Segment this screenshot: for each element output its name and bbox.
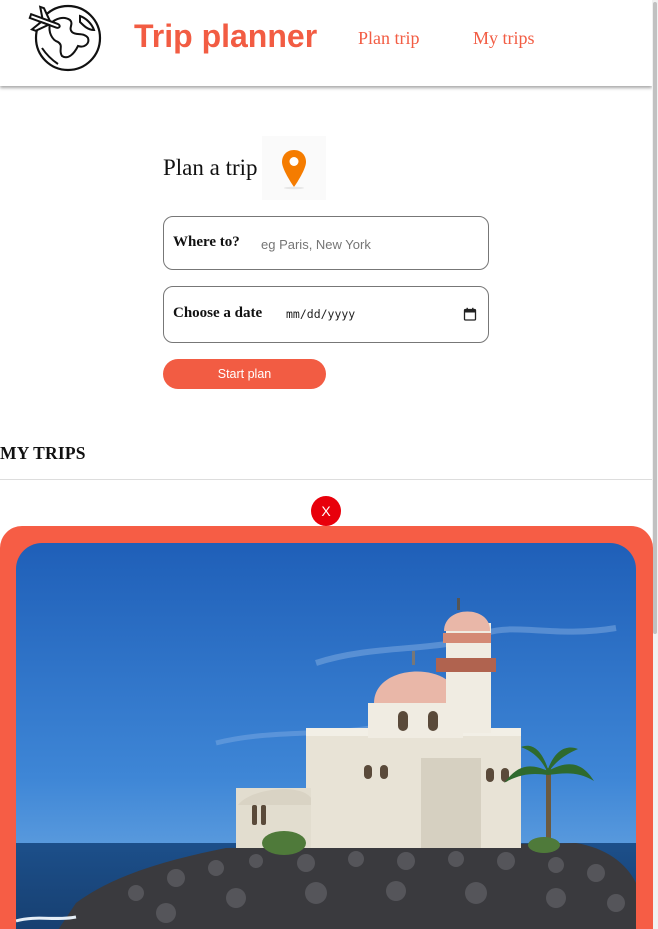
date-field: Choose a date mm/dd/yyyy xyxy=(163,286,489,343)
calendar-icon[interactable] xyxy=(463,307,477,321)
remove-trip-button[interactable]: X xyxy=(311,496,341,526)
nav-my-trips[interactable]: My trips xyxy=(473,28,535,49)
where-to-field: Where to? xyxy=(163,216,489,270)
trip-destination-image xyxy=(16,543,636,929)
where-to-input[interactable] xyxy=(261,233,471,255)
where-to-label: Where to? xyxy=(173,234,240,250)
globe-airplane-icon[interactable] xyxy=(28,2,104,72)
start-plan-button[interactable]: Start plan xyxy=(163,359,326,389)
location-pin-icon xyxy=(262,136,326,200)
my-trips-heading: MY TRIPS xyxy=(0,443,86,463)
date-input[interactable]: mm/dd/yyyy xyxy=(286,307,355,321)
section-divider xyxy=(0,479,652,480)
nav-plan-trip[interactable]: Plan trip xyxy=(358,28,420,49)
date-label: Choose a date xyxy=(173,305,263,321)
brand-title: Trip planner xyxy=(134,18,318,54)
top-header: Trip planner Plan trip My trips xyxy=(0,0,652,86)
scrollbar-thumb[interactable] xyxy=(653,2,657,634)
plan-title: Plan a trip xyxy=(163,155,258,180)
